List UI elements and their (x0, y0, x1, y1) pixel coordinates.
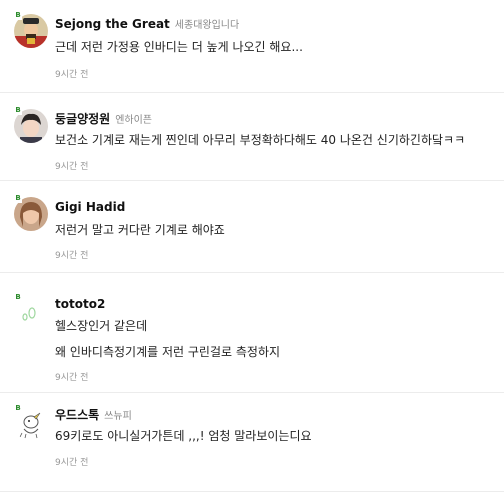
name-row: 둥글양정원 엔하이픈 (55, 108, 152, 126)
club-label[interactable]: 쓰뉴피 (104, 411, 132, 422)
name-row: 우드스톡 쓰뉴피 (55, 404, 132, 422)
comment-time: 9시간 전 (55, 373, 89, 383)
comment-item: B Gigi Hadid 저런거 말고 커다란 기계로 해야죠 9시간 전 (0, 181, 504, 273)
name-row: tototo2 (55, 293, 110, 311)
nickname[interactable]: 우드스톡 (55, 408, 99, 422)
comment-item: B 둥글양정원 엔하이픈 보건소 기계로 재는게 찐인데 아무리 부정확하다해도 … (0, 93, 504, 181)
nickname[interactable]: tototo2 (55, 297, 105, 311)
comment-text: 저런거 말고 커다란 기계로 해야죠 (55, 223, 225, 237)
comment-text: 헬스장인거 같은데 (55, 319, 148, 333)
comment-item: B tototo2 헬스장인거 같은데 왜 인바디측정기계를 저런 구린걸로 측… (0, 273, 504, 393)
comment-time: 9시간 전 (55, 458, 89, 468)
club-label[interactable]: 엔하이픈 (115, 115, 152, 126)
club-label[interactable]: 세종대왕입니다 (175, 20, 239, 31)
comment-time: 9시간 전 (55, 162, 89, 172)
nickname[interactable]: 둥글양정원 (55, 112, 110, 126)
name-row: Gigi Hadid (55, 196, 130, 214)
comment-time: 9시간 전 (55, 251, 89, 261)
comment-list: B Sejong the Great 세종대왕입니다 근데 저런 가정용 인바디는… (0, 0, 504, 492)
comment-item: B Sejong the Great 세종대왕입니다 근데 저런 가정용 인바디는… (0, 0, 504, 93)
nickname[interactable]: Gigi Hadid (55, 200, 125, 214)
comment-text: 69키로도 아니실거가튼데 ,,,! 엄청 말라보이는디요 (55, 429, 312, 443)
comment-text: 근데 저런 가정용 인바디는 더 높게 나오긴 해요... (55, 40, 303, 54)
name-row: Sejong the Great 세종대왕입니다 (55, 13, 239, 31)
nickname[interactable]: Sejong the Great (55, 17, 170, 31)
comment-text: 보건소 기계로 재는게 찐인데 아무리 부정확하다해도 40 나온건 신기하긴하… (55, 133, 466, 147)
level-badge: B (14, 194, 22, 203)
level-badge: B (14, 293, 22, 302)
comment-time: 9시간 전 (55, 70, 89, 80)
comment-text: 왜 인바디측정기계를 저런 구린걸로 측정하지 (55, 345, 281, 359)
level-badge: B (14, 11, 22, 20)
comment-item: B 우드스톡 쓰뉴피 69키로도 아니실거가튼데 ,,,! 엄청 말라보이는디요 … (0, 393, 504, 492)
level-badge: B (14, 106, 22, 115)
level-badge: B (14, 404, 22, 413)
